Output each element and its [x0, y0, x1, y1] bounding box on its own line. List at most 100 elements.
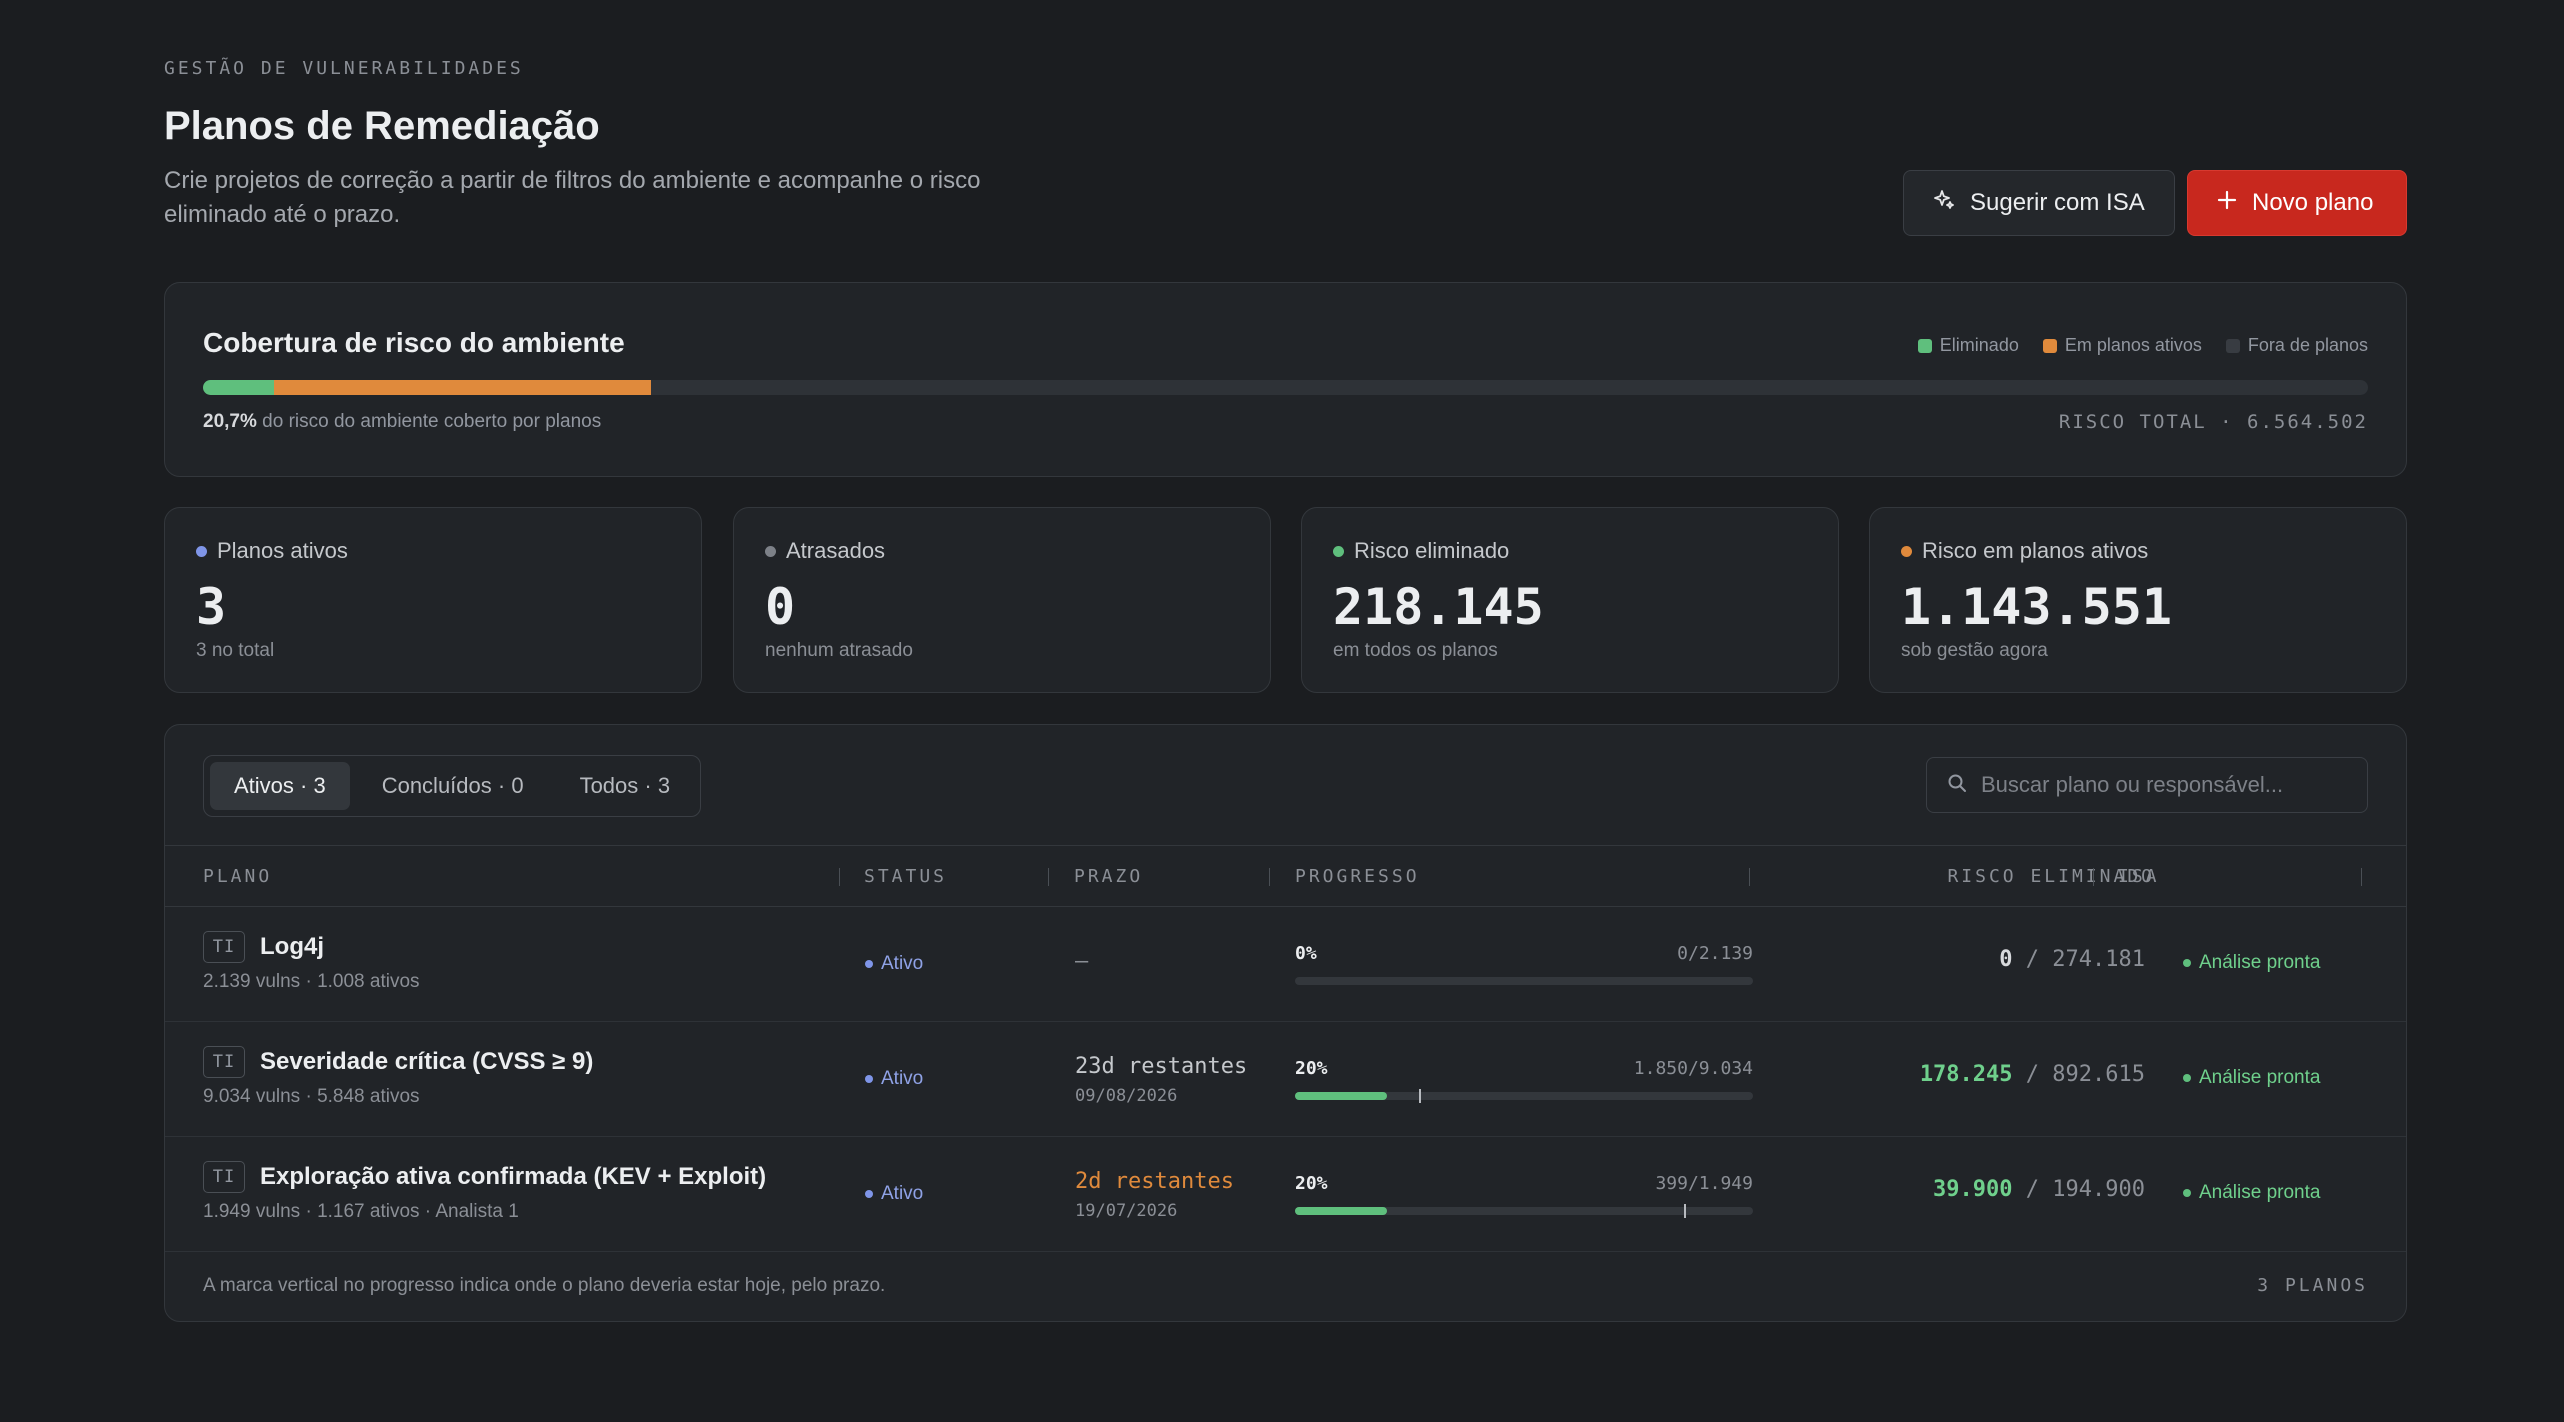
- stat-label: Atrasados: [765, 538, 885, 564]
- deadline-remaining: 23d restantes: [1075, 1054, 1248, 1079]
- stat-label: Risco em planos ativos: [1901, 538, 2148, 564]
- column-header-isa[interactable]: ISA: [2118, 866, 2160, 887]
- column-divider: [2093, 868, 2094, 886]
- column-header-status[interactable]: STATUS: [864, 866, 947, 887]
- isa-label: Análise pronta: [2199, 952, 2321, 973]
- status-dot: [865, 960, 873, 968]
- progress-bar: [1295, 977, 1753, 985]
- stat-card-active-plans: Planos ativos 3 3 no total: [164, 507, 702, 693]
- status-dot: [2183, 959, 2191, 967]
- legend-label: Em planos ativos: [2064, 335, 2202, 355]
- column-header-plan[interactable]: PLANO: [203, 866, 272, 887]
- plan-name[interactable]: Log4j: [260, 933, 324, 961]
- isa-status[interactable]: Análise pronta: [2183, 1182, 2320, 1204]
- coverage-note: 20,7% do risco do ambiente coberto por p…: [203, 411, 601, 433]
- progress-count: 399/1.949: [1655, 1173, 1753, 1194]
- column-header-risk-eliminated[interactable]: RISCO ELIMINADO: [1865, 866, 2155, 887]
- stat-label: Risco eliminado: [1333, 538, 1509, 564]
- stat-card-overdue: Atrasados 0 nenhum atrasado: [733, 507, 1271, 693]
- plans-table-panel: Ativos · 3 Concluídos · 0 Todos · 3 PLAN…: [164, 724, 2407, 1322]
- status-dot: [1333, 545, 1344, 557]
- table-row[interactable]: TI Log4j 2.139 vulns · 1.008 ativos Ativ…: [165, 907, 2406, 1022]
- status-badge: Ativo: [865, 953, 923, 975]
- legend-swatch: [2225, 338, 2240, 353]
- stat-value: 1.143.551: [1901, 578, 2172, 636]
- isa-status[interactable]: Análise pronta: [2183, 1067, 2320, 1089]
- deadline-date: 19/07/2026: [1075, 1201, 1178, 1221]
- coverage-segment-eliminated: [203, 380, 275, 395]
- coverage-percent: 20,7%: [203, 411, 257, 432]
- stat-label-text: Atrasados: [786, 538, 886, 563]
- stat-label-text: Risco em planos ativos: [1922, 538, 2149, 563]
- column-header-deadline[interactable]: PRAZO: [1074, 866, 1143, 887]
- table-header: PLANO STATUS PRAZO PROGRESSO RISCO ELIMI…: [165, 845, 2406, 907]
- suggest-with-isa-button[interactable]: Sugerir com ISA: [1903, 170, 2175, 236]
- progress-count: 0/2.139: [1677, 943, 1753, 964]
- coverage-legend: Eliminado Em planos ativos Fora de plano…: [1917, 335, 2368, 356]
- progress-bar: [1295, 1204, 1753, 1218]
- plan-name[interactable]: Exploração ativa confirmada (KEV + Explo…: [260, 1163, 766, 1191]
- stat-label-text: Risco eliminado: [1354, 538, 1510, 563]
- risk-eliminated-value: 0: [1999, 947, 2013, 972]
- new-plan-button[interactable]: Novo plano: [2187, 170, 2407, 236]
- risk-eliminated: 0 / 274.181: [1999, 947, 2145, 972]
- tab-all[interactable]: Todos · 3: [556, 762, 695, 810]
- status-dot: [2183, 1074, 2191, 1082]
- coverage-bar: [203, 380, 2368, 395]
- status-label: Ativo: [881, 1183, 924, 1204]
- risk-eliminated: 178.245 / 892.615: [1919, 1062, 2145, 1087]
- stat-value: 0: [765, 578, 796, 636]
- risk-eliminated: 39.900 / 194.900: [1933, 1177, 2145, 1202]
- plans-count: 3 PLANOS: [2257, 1275, 2368, 1296]
- legend-item-active: Em planos ativos: [2042, 335, 2202, 356]
- sparkles-icon: [1932, 188, 1956, 219]
- table-row[interactable]: TI Exploração ativa confirmada (KEV + Ex…: [165, 1137, 2406, 1252]
- legend-label: Fora de planos: [2247, 335, 2368, 355]
- tab-completed[interactable]: Concluídos · 0: [358, 762, 548, 810]
- status-badge: Ativo: [865, 1068, 923, 1090]
- coverage-title: Cobertura de risco do ambiente: [203, 327, 625, 358]
- legend-item-outside: Fora de planos: [2225, 335, 2368, 356]
- stat-value: 3: [196, 578, 227, 636]
- risk-total-value: 194.900: [2052, 1177, 2145, 1202]
- risk-eliminated-value: 178.245: [1919, 1062, 2013, 1087]
- team-badge: TI: [203, 1161, 245, 1193]
- stat-sub: 3 no total: [196, 640, 275, 661]
- table-row[interactable]: TI Severidade crítica (CVSS ≥ 9) 9.034 v…: [165, 1022, 2406, 1137]
- deadline-remaining: —: [1075, 949, 1089, 974]
- coverage-percent-note: do risco do ambiente coberto por planos: [262, 411, 602, 432]
- column-divider: [1048, 868, 1049, 886]
- plan-meta: 2.139 vulns · 1.008 ativos: [203, 971, 420, 992]
- status-dot: [196, 545, 207, 557]
- search-icon: [1947, 773, 1967, 798]
- plan-meta: 9.034 vulns · 5.848 ativos: [203, 1086, 420, 1107]
- coverage-total-risk: RISCO TOTAL · 6.564.502: [2058, 411, 2368, 433]
- team-badge: TI: [203, 931, 245, 963]
- stat-sub: nenhum atrasado: [765, 640, 913, 661]
- expected-progress-marker: [1684, 1204, 1687, 1218]
- coverage-segment-active: [274, 380, 652, 395]
- tab-active[interactable]: Ativos · 3: [210, 762, 350, 810]
- status-dot: [865, 1190, 873, 1198]
- isa-status[interactable]: Análise pronta: [2183, 952, 2320, 974]
- deadline-date: 09/08/2026: [1075, 1086, 1178, 1106]
- stat-sub: em todos os planos: [1333, 640, 1498, 661]
- new-plan-label: Novo plano: [2252, 189, 2374, 216]
- column-header-progress[interactable]: PROGRESSO: [1295, 866, 1420, 887]
- filter-tabs: Ativos · 3 Concluídos · 0 Todos · 3: [203, 755, 702, 817]
- stat-value: 218.145: [1333, 578, 1544, 636]
- column-divider: [1749, 868, 1750, 886]
- legend-swatch: [2042, 338, 2057, 353]
- status-dot: [765, 545, 776, 557]
- risk-total-value: 892.615: [2052, 1062, 2145, 1087]
- deadline-remaining: 2d restantes: [1075, 1169, 1234, 1194]
- legend-label: Eliminado: [1939, 335, 2019, 355]
- plan-name[interactable]: Severidade crítica (CVSS ≥ 9): [260, 1048, 593, 1076]
- search-input[interactable]: [1981, 772, 2347, 798]
- isa-label: Análise pronta: [2199, 1182, 2321, 1203]
- team-badge: TI: [203, 1046, 245, 1078]
- page-eyebrow: GESTÃO DE VULNERABILIDADES: [164, 58, 524, 79]
- suggest-with-isa-label: Sugerir com ISA: [1970, 189, 2145, 216]
- status-dot: [1901, 545, 1912, 557]
- progress-fill: [1295, 1207, 1387, 1215]
